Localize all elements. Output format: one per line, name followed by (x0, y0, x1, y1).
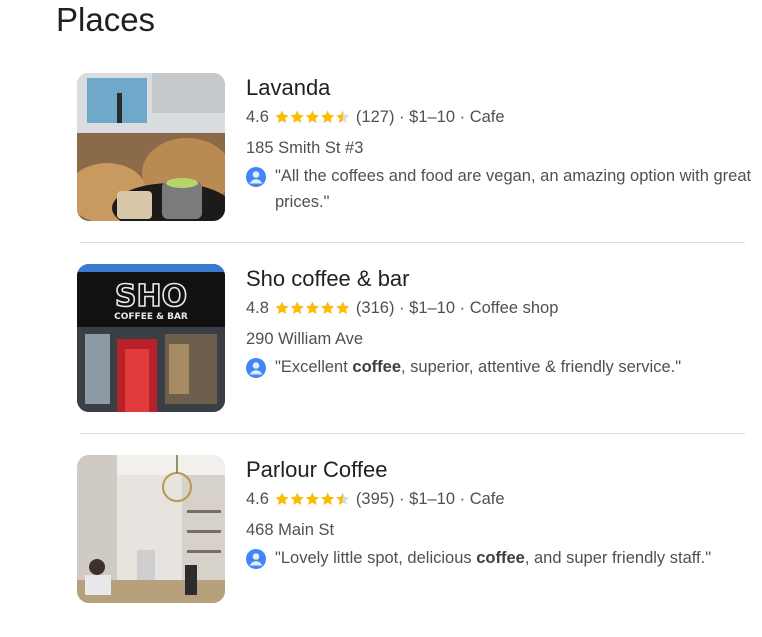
place-photo[interactable] (77, 73, 225, 221)
price-range: $1–10 (409, 299, 456, 317)
place-category: Cafe (469, 108, 505, 126)
star-icon (275, 492, 289, 505)
review-snippet: "Excellent coffee, superior, attentive &… (246, 354, 755, 380)
star-icon (290, 110, 304, 123)
review-text-end: , and super friendly staff." (524, 549, 712, 567)
review-text: "All the coffees and food are vegan, an … (275, 167, 752, 211)
star-icon (320, 110, 334, 123)
star-icon (275, 110, 289, 123)
place-address: 290 William Ave (246, 330, 364, 348)
review-snippet: "All the coffees and food are vegan, an … (246, 163, 755, 215)
user-avatar-icon (246, 358, 266, 378)
storefront-sign: SHO (115, 279, 187, 314)
star-icon (290, 492, 304, 505)
place-meta: 4.6 (127) · $1–10 · Cafe (246, 105, 746, 131)
star-icon (275, 301, 289, 314)
separator: · (459, 299, 466, 317)
place-photo[interactable]: SHO COFFEE & BAR (77, 264, 225, 412)
price-range: $1–10 (409, 490, 456, 508)
star-rating (275, 107, 350, 131)
star-rating (275, 489, 350, 513)
place-meta: 4.6 (395) · $1–10 · Cafe (246, 487, 746, 513)
place-name[interactable]: Sho coffee & bar (246, 265, 746, 293)
review-highlight: coffee (352, 358, 402, 376)
review-highlight: coffee (476, 549, 525, 567)
place-card-sho-coffee[interactable]: SHO COFFEE & BAR Sho coffee & bar 4.8 (3… (77, 264, 745, 414)
review-count[interactable]: (127) (356, 108, 395, 126)
storefront-sign-subtext: COFFEE & BAR (114, 312, 188, 322)
price-range: $1–10 (409, 108, 456, 126)
rating-value: 4.8 (246, 299, 269, 317)
star-icon (305, 110, 319, 123)
review-text: "Excellent (275, 358, 353, 376)
star-icon (320, 301, 334, 314)
divider (80, 433, 745, 434)
place-address: 185 Smith St #3 (246, 139, 364, 157)
separator: · (399, 490, 405, 508)
star-rating (275, 298, 350, 322)
star-icon (305, 492, 319, 505)
rating-value: 4.6 (246, 490, 269, 508)
star-icon (320, 492, 334, 505)
separator: · (459, 108, 466, 126)
review-count[interactable]: (316) (356, 299, 395, 317)
user-avatar-icon (246, 167, 266, 187)
section-title: Places (56, 1, 156, 38)
star-icon (335, 301, 349, 314)
star-icon (290, 301, 304, 314)
review-count[interactable]: (395) (356, 490, 395, 508)
separator: · (399, 108, 405, 126)
star-icon (335, 110, 349, 123)
star-icon (335, 492, 349, 505)
star-icon (305, 301, 319, 314)
separator: · (459, 490, 466, 508)
place-address: 468 Main St (246, 521, 335, 539)
separator: · (399, 299, 405, 317)
user-avatar-icon (246, 549, 266, 569)
review-text: "Lovely little spot, delicious (275, 549, 477, 567)
place-name[interactable]: Lavanda (246, 74, 746, 102)
place-name[interactable]: Parlour Coffee (246, 456, 746, 484)
review-text-end: , superior, attentive & friendly service… (401, 358, 682, 376)
place-category: Coffee shop (469, 299, 559, 317)
place-meta: 4.8 (316) · $1–10 · Coffee shop (246, 296, 746, 322)
place-card-lavanda[interactable]: Lavanda 4.6 (127) · $1–10 · Cafe 185 Smi… (77, 73, 751, 223)
rating-value: 4.6 (246, 108, 269, 126)
place-category: Cafe (469, 490, 505, 508)
place-card-parlour-coffee[interactable]: Parlour Coffee 4.6 (395) · $1–10 · Cafe … (77, 455, 745, 605)
divider (80, 242, 745, 243)
review-snippet: "Lovely little spot, delicious coffee, a… (246, 545, 755, 571)
place-photo[interactable] (77, 455, 225, 603)
